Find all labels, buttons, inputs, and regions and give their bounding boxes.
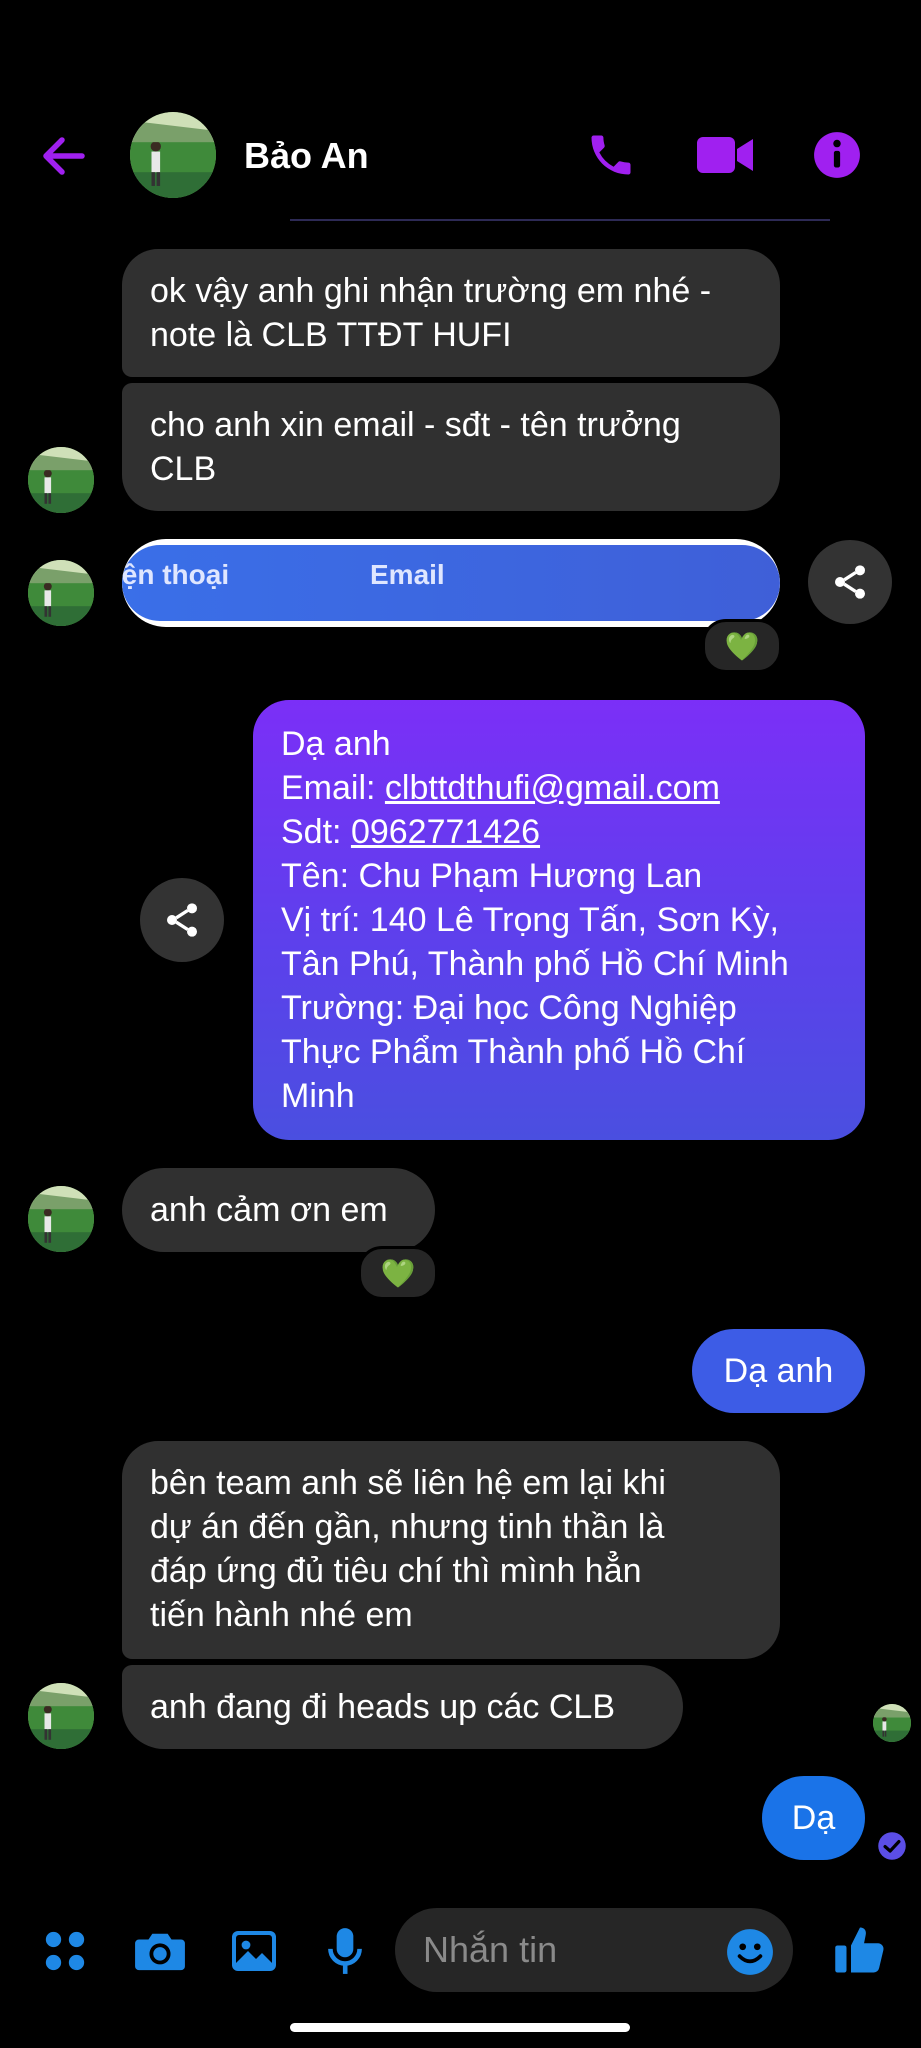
apps-button[interactable] [34, 1920, 96, 1982]
message-line: Vị trí: 140 Lê Trọng Tấn, Sơn Kỳ, [281, 901, 779, 939]
outgoing-message[interactable]: Dạ [762, 1776, 865, 1860]
message-line: Dạ [791, 1799, 836, 1837]
header-divider [290, 219, 830, 221]
emoji-button[interactable] [724, 1926, 776, 1978]
form-field-label: iện thoại [122, 559, 230, 590]
video-camera-icon [697, 137, 753, 173]
apps-icon [45, 1931, 85, 1971]
incoming-message[interactable]: bên team anh sẽ liên hệ em lại khi dự án… [122, 1441, 780, 1659]
message-line: ok vậy anh ghi nhận trường em nhé - [150, 272, 712, 310]
message-line: Email: clbttdthufi@gmail.com [281, 769, 720, 807]
home-indicator[interactable] [290, 2023, 630, 2032]
form-field-label: Email [370, 559, 445, 590]
info-button[interactable] [802, 122, 872, 188]
camera-icon [135, 1933, 185, 1971]
arrow-left-icon [43, 137, 85, 175]
like-button[interactable] [828, 1918, 892, 1982]
email-link[interactable]: clbttdthufi@gmail.com [385, 769, 720, 807]
back-button[interactable] [36, 128, 92, 184]
message-line: Sdt: 0962771426 [281, 813, 541, 851]
phone-icon [591, 135, 631, 175]
message-line: Dạ anh [723, 1352, 834, 1390]
sender-avatar[interactable] [28, 1683, 94, 1749]
incoming-message[interactable]: anh cảm ơn em [122, 1168, 435, 1252]
microphone-icon [328, 1928, 362, 1974]
camera-button[interactable] [128, 1920, 192, 1982]
message-line: tiến hành nhé em [150, 1596, 413, 1634]
share-icon [835, 565, 865, 599]
share-button[interactable] [140, 878, 224, 962]
gallery-icon [232, 1931, 276, 1971]
info-icon [814, 132, 860, 178]
share-button[interactable] [808, 540, 892, 624]
incoming-message[interactable]: anh đang đi heads up các CLB [122, 1665, 683, 1749]
shared-form-card[interactable]: iện thoại Email [122, 539, 780, 627]
gallery-button[interactable] [222, 1920, 286, 1982]
message-line: cho anh xin email - sđt - tên trưởng [150, 406, 681, 444]
call-button[interactable] [576, 122, 646, 188]
reaction-badge[interactable]: 💚 [358, 1246, 438, 1300]
message-line: Tên: Chu Phạm Hương Lan [281, 857, 703, 895]
sender-avatar[interactable] [28, 560, 94, 626]
message-line: đáp ứng đủ tiêu chí thì mình hẳn [150, 1552, 642, 1590]
reaction-badge[interactable]: 💚 [702, 619, 782, 673]
message-line: Trường: Đại học Công Nghiệp [281, 989, 737, 1027]
incoming-message[interactable]: cho anh xin email - sđt - tên trưởng CLB [122, 383, 780, 511]
delivered-check-icon [877, 1831, 907, 1861]
message-line: Tân Phú, Thành phố Hồ Chí Minh [281, 945, 789, 983]
thumbs-up-icon [835, 1927, 884, 1973]
contact-avatar[interactable] [130, 112, 216, 198]
outgoing-message[interactable]: Dạ anh [692, 1329, 865, 1413]
emoji-icon [727, 1929, 773, 1975]
contact-name[interactable]: Bảo An [244, 130, 369, 182]
message-line: anh cảm ơn em [150, 1191, 388, 1229]
message-line: CLB [150, 450, 217, 488]
message-line: Minh [281, 1077, 355, 1115]
green-heart-icon: 💚 [380, 1257, 416, 1289]
sender-avatar[interactable] [28, 1186, 94, 1252]
phone-link[interactable]: 0962771426 [351, 813, 540, 851]
outgoing-message[interactable]: Dạ anh Email: clbttdthufi@gmail.com Sdt:… [253, 700, 865, 1140]
read-receipt-avatar [873, 1704, 911, 1742]
green-heart-icon: 💚 [724, 630, 760, 662]
share-icon [167, 903, 197, 937]
message-line: dự án đến gần, nhưng tinh thần là [150, 1508, 665, 1546]
message-line: anh đang đi heads up các CLB [150, 1688, 616, 1726]
message-line: note là CLB TTĐT HUFI [150, 316, 512, 354]
message-line: Dạ anh [281, 725, 391, 763]
sender-avatar[interactable] [28, 447, 94, 513]
message-line: Thực Phẩm Thành phố Hồ Chí [281, 1033, 746, 1071]
microphone-button[interactable] [316, 1920, 374, 1982]
video-call-button[interactable] [690, 122, 760, 188]
incoming-message[interactable]: ok vậy anh ghi nhận trường em nhé - note… [122, 249, 780, 377]
message-line: bên team anh sẽ liên hệ em lại khi [150, 1464, 666, 1502]
